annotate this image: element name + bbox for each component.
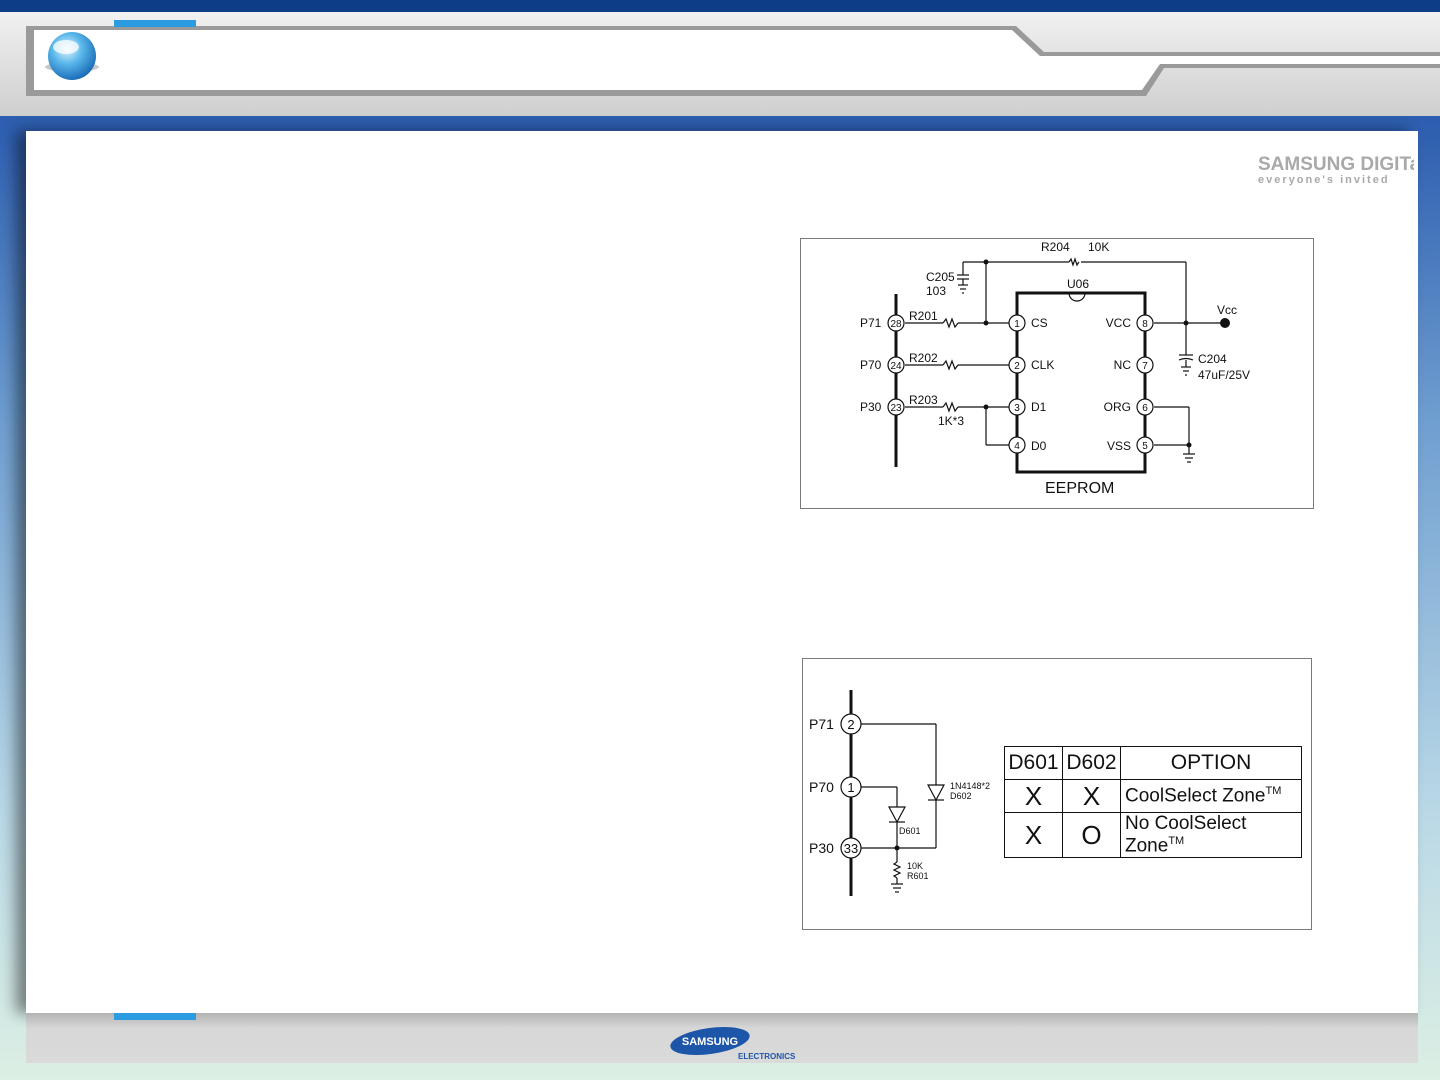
svg-text:everyone's invited: everyone's invited [1258,174,1390,186]
diode-part: 1N4148*2 [950,781,990,791]
chip-pin-name: VSS [1107,439,1131,453]
column-header: OPTION [1120,746,1302,780]
svg-text:3: 3 [1014,403,1020,414]
port-label: P71 [860,316,882,330]
d601-cell: X [1004,779,1063,813]
table-row: X X CoolSelect ZoneTM [1004,779,1302,813]
pin-number: 33 [844,841,858,856]
chip-pin-name: NC [1114,358,1132,372]
option-cell: No CoolSelect ZoneTM [1120,811,1302,859]
option-schematic-panel: P71 P70 P30 2 1 33 1N4148*2 D602 D601 10… [802,658,1312,930]
option-table: D601 D602 OPTION X X CoolSelect ZoneTM X… [1004,746,1302,859]
port-label: P30 [809,840,834,856]
chip-pin-name: D1 [1031,400,1047,414]
chip-pin-name: CLK [1031,358,1054,372]
column-header: D601 [1004,746,1063,780]
svg-text:8: 8 [1142,319,1148,330]
d602-cell: O [1062,811,1121,859]
resistor-ref: R202 [909,351,938,365]
svg-text:SAMSUNG DIGITall: SAMSUNG DIGITall [1258,154,1414,175]
port-label: P30 [860,400,882,414]
option-cell: CoolSelect ZoneTM [1120,779,1302,813]
top-bar [0,0,1440,12]
port-label: P70 [860,358,882,372]
footer-bar: SAMSUNG ELECTRONICS [26,1013,1418,1063]
eeprom-schematic-panel: P71 P70 P30 28 24 23 R201 R202 R203 1K*3… [800,238,1314,509]
chip-pin-name: CS [1031,316,1048,330]
title-banner [0,12,1440,116]
vcc-label: Vcc [1217,303,1237,317]
chip-pin-name: D0 [1031,439,1047,453]
r601-ref: R601 [907,871,929,881]
samsung-digitall-logo: SAMSUNG DIGITall everyone's invited [1258,154,1414,186]
port-label: P71 [809,716,834,732]
resistor-value: 1K*3 [938,414,964,428]
resistor-ref: R201 [909,309,938,323]
d601-ref: D601 [899,826,921,836]
port-label: P70 [809,779,834,795]
svg-text:4: 4 [1014,441,1020,452]
d602-cell: X [1062,779,1121,813]
chip-ref: U06 [1067,277,1089,291]
pin-number: 1 [847,780,854,795]
svg-text:7: 7 [1142,361,1148,372]
svg-text:ELECTRONICS: ELECTRONICS [738,1052,796,1061]
c204-ref: C204 [1198,352,1227,366]
d602-ref: D602 [950,791,972,801]
header-orb-icon [48,32,96,80]
d601-cell: X [1004,811,1063,859]
c205-value: 103 [926,284,946,298]
c204-value: 47uF/25V [1198,368,1250,382]
r204-ref: R204 [1041,240,1070,254]
chip-label: EEPROM [1045,480,1114,497]
svg-text:SAMSUNG: SAMSUNG [682,1036,738,1048]
pin-number: 24 [890,361,902,372]
table-row: X O No CoolSelect ZoneTM [1004,811,1302,859]
column-header: D602 [1062,746,1121,780]
chip-pin-name: ORG [1104,400,1131,414]
pin-number: 2 [847,717,854,732]
footer-accent [114,1013,196,1020]
eeprom-schematic: P71 P70 P30 28 24 23 R201 R202 R203 1K*3… [860,240,1250,497]
pin-number: 23 [890,403,902,414]
svg-text:5: 5 [1142,441,1148,452]
resistor-ref: R203 [909,393,938,407]
svg-text:6: 6 [1142,403,1148,414]
svg-text:1: 1 [1014,319,1020,330]
pin-number: 28 [890,319,902,330]
c205-ref: C205 [926,270,955,284]
slide-content: SAMSUNG DIGITall everyone's invited P71 … [26,131,1418,1013]
table-header-row: D601 D602 OPTION [1004,746,1302,780]
svg-text:2: 2 [1014,361,1020,372]
samsung-electronics-logo: SAMSUNG ELECTRONICS [670,1026,796,1061]
chip-pin-name: VCC [1106,316,1132,330]
r204-value: 10K [1088,240,1109,254]
r601-value: 10K [907,861,923,871]
